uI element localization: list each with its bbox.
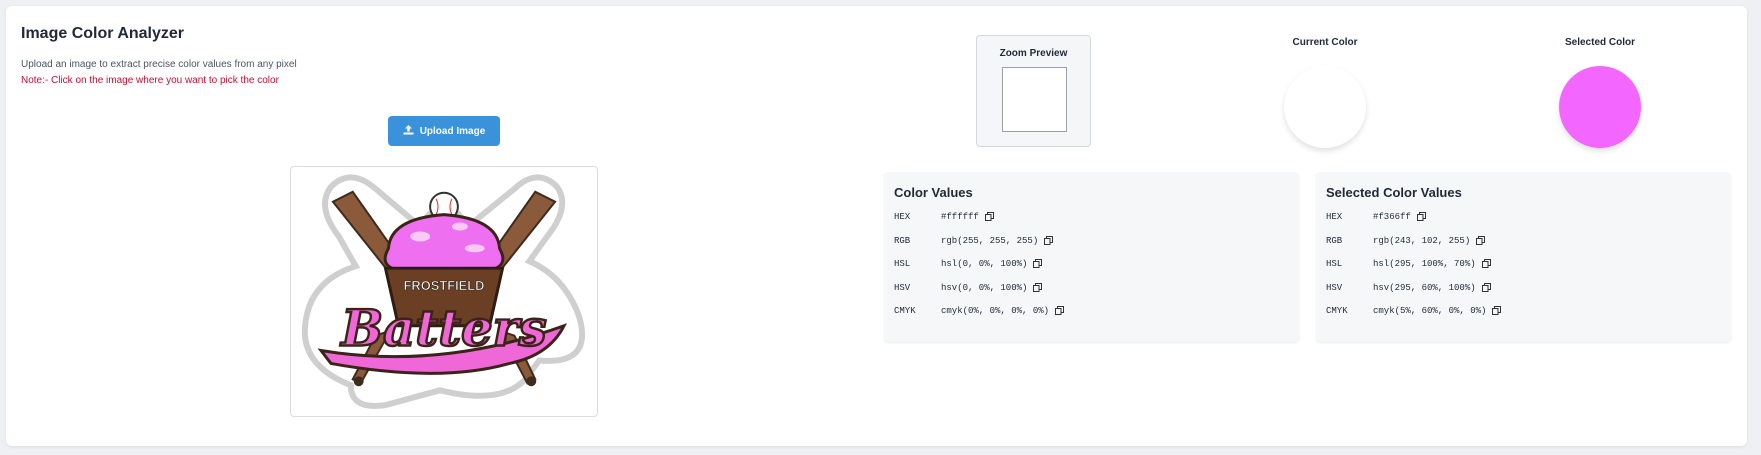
value-text: rgb(255, 255, 255) — [941, 235, 1039, 246]
value-row-hsl: HSL hsl(0, 0%, 100%) — [894, 257, 1043, 271]
upload-icon — [403, 124, 414, 138]
color-values-panel: Color Values HEX #ffffff RGB rgb(255, 255, … — [884, 172, 1299, 342]
value-text: cmyk(5%, 60%, 0%, 0%) — [1373, 306, 1487, 316]
value-text: #ffffff — [941, 212, 979, 222]
page-title: Image Color Analyzer — [21, 25, 185, 42]
value-key: HSV — [894, 282, 911, 293]
uploaded-image[interactable]: FROSTFIELD Batters — [290, 166, 598, 417]
value-row-hsl: HSL hsl(295, 100%, 70%) — [1326, 257, 1492, 271]
value-key: HEX — [1326, 212, 1343, 222]
copy-icon[interactable] — [1492, 306, 1502, 316]
value-key: CMYK — [1326, 306, 1348, 316]
value-text: hsl(295, 100%, 70%) — [1373, 259, 1476, 269]
value-row-rgb: RGB rgb(255, 255, 255) — [894, 234, 1054, 248]
selected-color-label: Selected Color — [1564, 37, 1636, 48]
copy-icon[interactable] — [1044, 235, 1054, 246]
current-color-swatch — [1284, 66, 1366, 148]
value-text: cmyk(0%, 0%, 0%, 0%) — [941, 306, 1050, 316]
upload-image-button[interactable]: Upload Image — [388, 116, 500, 146]
value-row-hex: HEX #ffffff — [894, 210, 995, 224]
copy-icon[interactable] — [1416, 212, 1427, 222]
value-row-hsv: HSV hsv(0, 0%, 100%) — [894, 281, 1043, 295]
value-row-cmyk: CMYK cmyk(0%, 0%, 0%, 0%) — [894, 304, 1065, 318]
page-subtitle: Upload an image to extract precise color… — [21, 59, 297, 70]
value-row-hsv: HSV hsv(295, 60%, 100%) — [1326, 281, 1492, 295]
value-text: hsv(0, 0%, 100%) — [941, 282, 1028, 293]
value-text: rgb(243, 102, 255) — [1373, 235, 1471, 246]
value-key: HSL — [894, 259, 911, 269]
copy-icon[interactable] — [1033, 259, 1043, 269]
value-key: RGB — [1326, 235, 1343, 246]
value-text: #f366ff — [1373, 212, 1411, 222]
value-text: hsv(295, 60%, 100%) — [1373, 282, 1476, 293]
team-logo-image[interactable]: FROSTFIELD Batters — [291, 167, 597, 416]
selected-color-values-title: Selected Color Values — [1326, 185, 1462, 200]
current-color-label: Current Color — [1292, 37, 1358, 48]
instruction-note: Note:- Click on the image where you want… — [21, 75, 279, 86]
zoom-preview-label: Zoom Preview — [999, 48, 1068, 59]
copy-icon[interactable] — [1481, 259, 1492, 269]
value-row-rgb: RGB rgb(243, 102, 255) — [1326, 234, 1486, 248]
upload-button-label: Upload Image — [419, 125, 486, 137]
copy-icon[interactable] — [1033, 282, 1043, 293]
value-key: HEX — [894, 212, 911, 222]
copy-icon[interactable] — [1481, 282, 1492, 293]
zoom-preview-canvas — [1002, 67, 1067, 132]
zoom-preview: Zoom Preview — [976, 35, 1091, 147]
value-row-cmyk: CMYK cmyk(5%, 60%, 0%, 0%) — [1326, 304, 1502, 318]
copy-icon[interactable] — [984, 212, 995, 222]
value-key: CMYK — [894, 306, 916, 316]
logo-line-1: FROSTFIELD — [404, 278, 485, 293]
copy-icon[interactable] — [1476, 235, 1486, 246]
copy-icon[interactable] — [1055, 306, 1065, 316]
value-row-hex: HEX #f366ff — [1326, 210, 1427, 224]
selected-color-values-panel: Selected Color Values HEX #f366ff RGB rgb(2… — [1316, 172, 1731, 342]
value-key: RGB — [894, 235, 911, 246]
selected-color-swatch — [1559, 66, 1641, 148]
color-values-title: Color Values — [894, 185, 973, 200]
logo-line-2: Batters — [339, 299, 546, 358]
value-key: HSV — [1326, 282, 1343, 293]
value-key: HSL — [1326, 259, 1343, 269]
value-text: hsl(0, 0%, 100%) — [941, 259, 1028, 269]
